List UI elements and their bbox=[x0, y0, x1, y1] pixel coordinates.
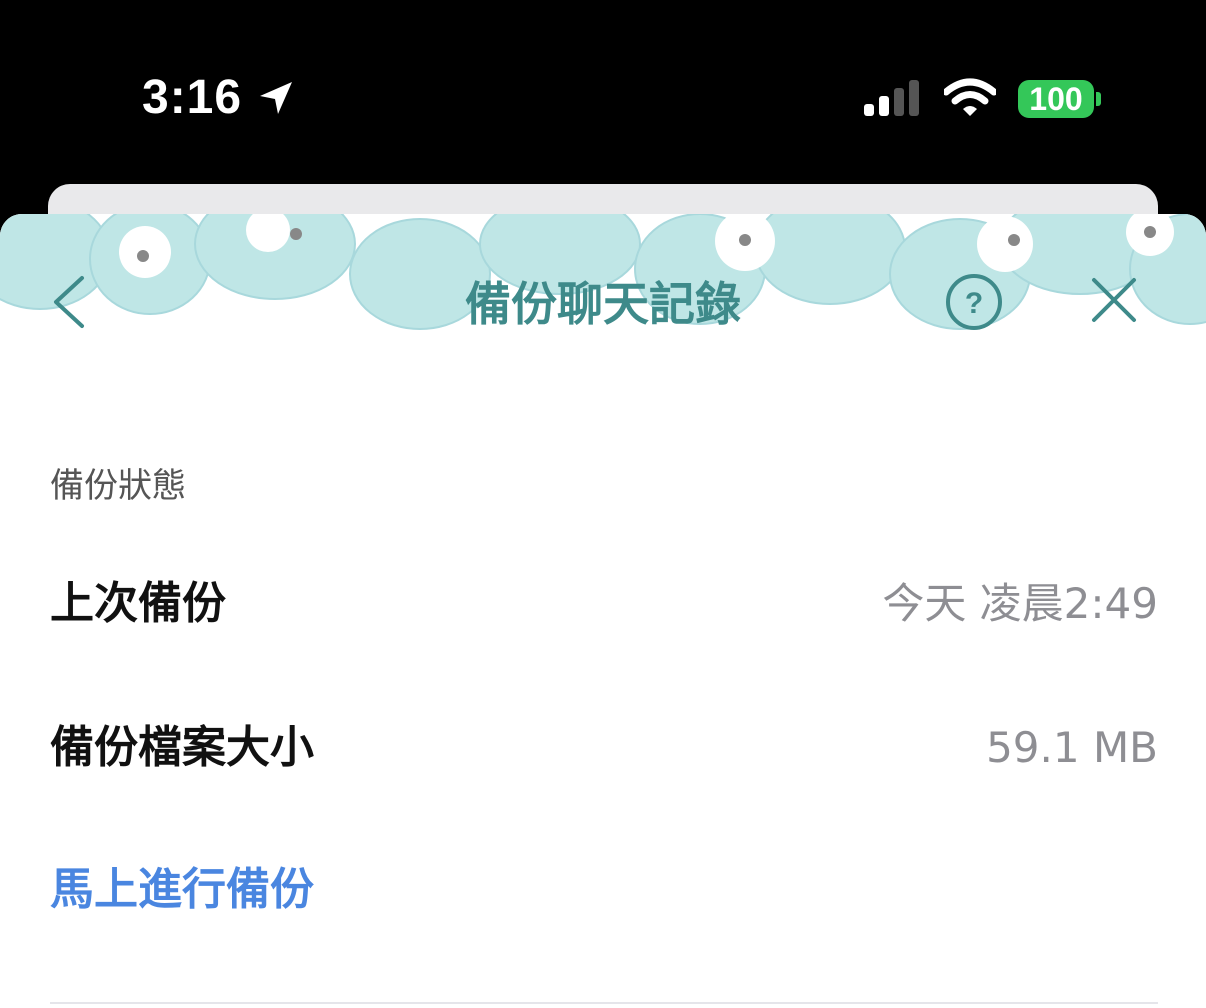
page-title: 備份聊天記錄 bbox=[465, 277, 741, 331]
battery-level: 100 bbox=[1029, 81, 1083, 117]
section-title: 備份狀態 bbox=[50, 466, 186, 506]
location-arrow-icon bbox=[260, 82, 292, 114]
battery-tip bbox=[1096, 92, 1101, 106]
svg-text:?: ? bbox=[965, 287, 983, 320]
question-circle-icon[interactable]: ? bbox=[944, 272, 1004, 332]
last-backup-label: 上次備份 bbox=[50, 578, 226, 629]
wifi-icon bbox=[944, 78, 996, 116]
last-backup-row: 上次備份 今天 凌晨2:49 bbox=[50, 564, 1158, 644]
cellular-signal-icon bbox=[864, 80, 919, 116]
status-bar: 3:16 100 bbox=[0, 0, 1206, 190]
header: 備份聊天記錄 ? bbox=[0, 214, 1206, 384]
backup-now-button[interactable]: 馬上進行備份 bbox=[50, 850, 314, 930]
backup-size-row: 備份檔案大小 59.1 MB bbox=[50, 708, 1158, 788]
backup-sheet: 備份聊天記錄 ? 備份狀態 上次備份 今天 凌晨2:49 備份檔案大小 59.1… bbox=[0, 214, 1206, 1008]
backup-size-label: 備份檔案大小 bbox=[50, 722, 314, 773]
backup-size-value: 59.1 MB bbox=[986, 723, 1158, 772]
last-backup-value: 今天 凌晨2:49 bbox=[882, 579, 1158, 628]
status-time: 3:16 bbox=[142, 71, 243, 124]
close-icon[interactable] bbox=[1088, 274, 1140, 326]
divider bbox=[50, 1002, 1158, 1004]
battery-icon: 100 bbox=[1018, 80, 1094, 118]
